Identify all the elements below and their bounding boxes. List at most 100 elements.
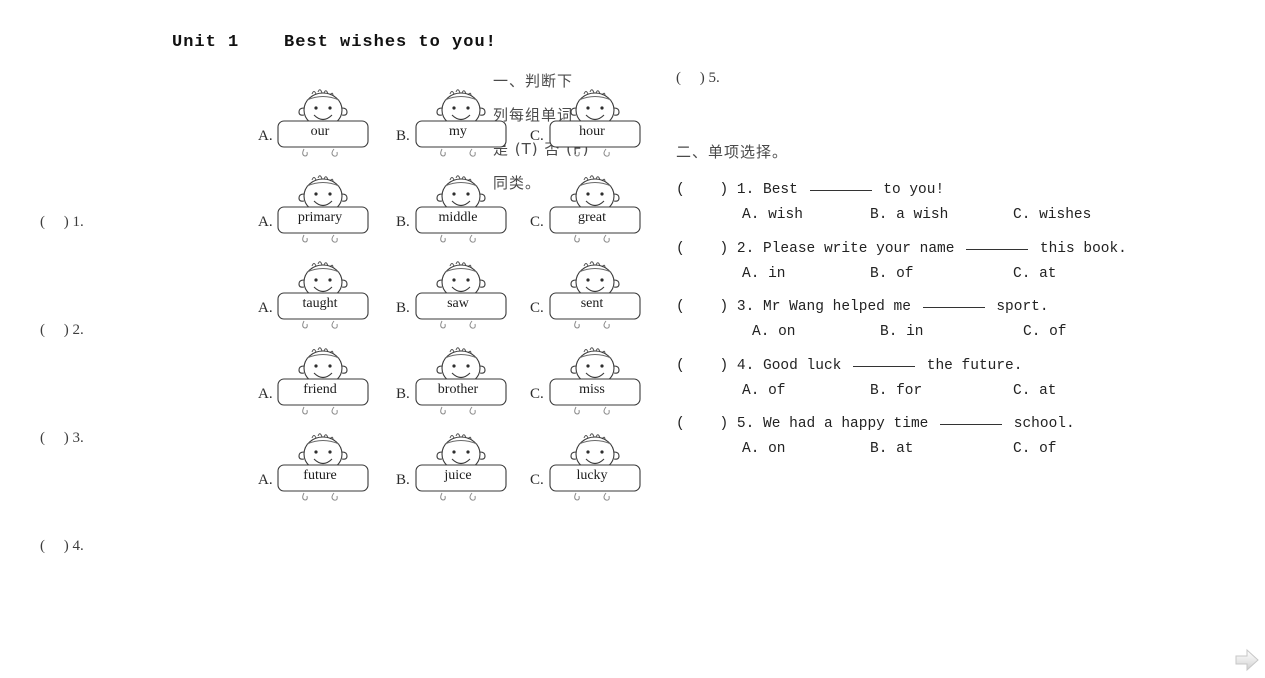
mcq-answer-bracket[interactable]: ( ) 5. [676, 416, 754, 432]
mcq-blank[interactable] [922, 307, 985, 308]
word-card[interactable]: A. taught [258, 260, 370, 340]
mcq-option[interactable]: A. wish [742, 202, 870, 228]
mcq-stem-before: Please write your name [754, 240, 964, 257]
cartoon-figure-icon [276, 432, 370, 512]
word-card[interactable]: A. future [258, 432, 370, 512]
word-card[interactable]: B. my [396, 88, 508, 168]
mcq-blank[interactable] [940, 424, 1003, 425]
cartoon-figure-icon [276, 88, 370, 168]
mcq-blank[interactable] [966, 248, 1029, 250]
cartoon-figure-icon [548, 174, 642, 254]
word-card[interactable]: A. primary [258, 174, 370, 254]
answer-bracket-4[interactable]: ( ) 4. [40, 538, 84, 646]
cartoon-figure-icon [548, 88, 642, 168]
cartoon-figure-icon [414, 174, 508, 254]
word-card[interactable]: C. hour [530, 88, 642, 168]
section-two-heading: 二、单项选择。 [676, 143, 789, 161]
mcq-option[interactable]: B. at [870, 436, 1013, 462]
mcq-option[interactable]: A. of [742, 378, 870, 404]
mcq-option[interactable]: C. of [1013, 436, 1057, 462]
word-card-row: A. primary B. middle C. great [0, 174, 642, 260]
mcq-option[interactable]: C. at [1013, 378, 1057, 404]
mcq-item: ( ) 3. Mr Wang helped me sport. A. on B. i… [676, 295, 1256, 345]
mcq-option[interactable]: A. on [752, 319, 880, 345]
word-card-row: A. our B. my C. hour [0, 88, 642, 174]
word-card[interactable]: A. friend [258, 346, 370, 426]
cartoon-figure-icon [414, 432, 508, 512]
mcq-stem: ( ) 5. We had a happy time school. [676, 412, 1256, 436]
cartoon-figure-icon [276, 174, 370, 254]
mcq-option[interactable]: C. of [1023, 319, 1067, 345]
cartoon-figure-icon [548, 260, 642, 340]
mcq-option[interactable]: A. in [742, 261, 870, 287]
word-card[interactable]: B. juice [396, 432, 508, 512]
mcq-options: A. on B. in C. of [676, 319, 1256, 345]
word-card[interactable]: C. miss [530, 346, 642, 426]
mcq-answer-bracket[interactable]: ( ) 4. [676, 358, 754, 374]
cartoon-figure-icon [548, 432, 642, 512]
word-card-letter: A. [258, 300, 273, 316]
word-card-letter: C. [530, 472, 544, 488]
mcq-stem: ( ) 1. Best to you! [676, 178, 1256, 202]
mcq-answer-bracket[interactable]: ( ) 1. [676, 182, 754, 198]
word-card[interactable]: C. great [530, 174, 642, 254]
word-card-row: A. future B. juice C. lucky [0, 432, 642, 518]
mcq-item: ( ) 5. We had a happy time school. A. on B… [676, 412, 1256, 462]
mcq-stem: ( ) 2. Please write your name this book. [676, 237, 1256, 261]
mcq-item: ( ) 1. Best to you! A. wish B. a wish C. wi… [676, 178, 1256, 228]
word-card-letter: B. [396, 472, 410, 488]
page-title: Unit 1 Best wishes to you! [172, 33, 497, 52]
mcq-option[interactable]: B. in [880, 319, 1023, 345]
mcq-stem-after: sport. [987, 299, 1049, 315]
cartoon-figure-icon [276, 346, 370, 426]
word-card-letter: C. [530, 300, 544, 316]
word-card-letter: A. [258, 128, 273, 144]
word-card[interactable]: B. brother [396, 346, 508, 426]
word-card-letter: A. [258, 214, 273, 230]
mcq-stem-after: the future. [918, 357, 1023, 374]
mcq-option[interactable]: C. wishes [1013, 202, 1091, 228]
mcq-answer-bracket[interactable]: ( ) 2. [676, 241, 754, 257]
word-card-letter: B. [396, 128, 410, 144]
word-card-letter: C. [530, 128, 544, 144]
mcq-options: A. wish B. a wish C. wishes [676, 202, 1256, 228]
word-card[interactable]: C. lucky [530, 432, 642, 512]
mcq-stem-after: to you! [874, 182, 945, 198]
mcq-option[interactable]: C. at [1013, 261, 1057, 287]
mcq-stem-after: this book. [1031, 240, 1127, 257]
multiple-choice-list: ( ) 1. Best to you! A. wish B. a wish C. wi… [676, 178, 1256, 471]
mcq-stem-before: We had a happy time [754, 416, 938, 432]
mcq-stem: ( ) 3. Mr Wang helped me sport. [676, 295, 1256, 319]
word-card-letter: B. [396, 386, 410, 402]
word-card[interactable]: C. sent [530, 260, 642, 340]
cartoon-figure-icon [414, 88, 508, 168]
mcq-option[interactable]: B. for [870, 378, 1013, 404]
word-card-letter: A. [258, 472, 273, 488]
mcq-option[interactable]: B. a wish [870, 202, 1013, 228]
mcq-options: A. of B. for C. at [676, 378, 1256, 404]
word-card[interactable]: A. our [258, 88, 370, 168]
word-card-letter: C. [530, 386, 544, 402]
cartoon-figure-icon [414, 260, 508, 340]
mcq-options: A. on B. at C. of [676, 436, 1256, 462]
word-card-row: A. taught B. saw C. sent [0, 260, 642, 346]
mcq-blank[interactable] [853, 365, 916, 367]
mcq-blank[interactable] [809, 190, 872, 191]
cartoon-figure-icon [548, 346, 642, 426]
mcq-stem-before: Good luck [754, 357, 851, 374]
mcq-stem-after: school. [1005, 416, 1075, 432]
word-card[interactable]: B. middle [396, 174, 508, 254]
cartoon-figure-icon [414, 346, 508, 426]
word-card-letter: B. [396, 214, 410, 230]
mcq-option[interactable]: B. of [870, 261, 1013, 287]
answer-bracket-5[interactable]: ( ) 5. [676, 70, 720, 87]
word-card-letter: B. [396, 300, 410, 316]
mcq-item: ( ) 4. Good luck the future. A. of B. for C… [676, 354, 1256, 404]
mcq-stem: ( ) 4. Good luck the future. [676, 354, 1256, 378]
word-card[interactable]: B. saw [396, 260, 508, 340]
cartoon-figure-icon [276, 260, 370, 340]
next-page-arrow-icon[interactable] [1234, 648, 1260, 672]
mcq-stem-before: Mr Wang helped me [754, 299, 920, 315]
mcq-option[interactable]: A. on [742, 436, 870, 462]
mcq-answer-bracket[interactable]: ( ) 3. [676, 299, 754, 315]
